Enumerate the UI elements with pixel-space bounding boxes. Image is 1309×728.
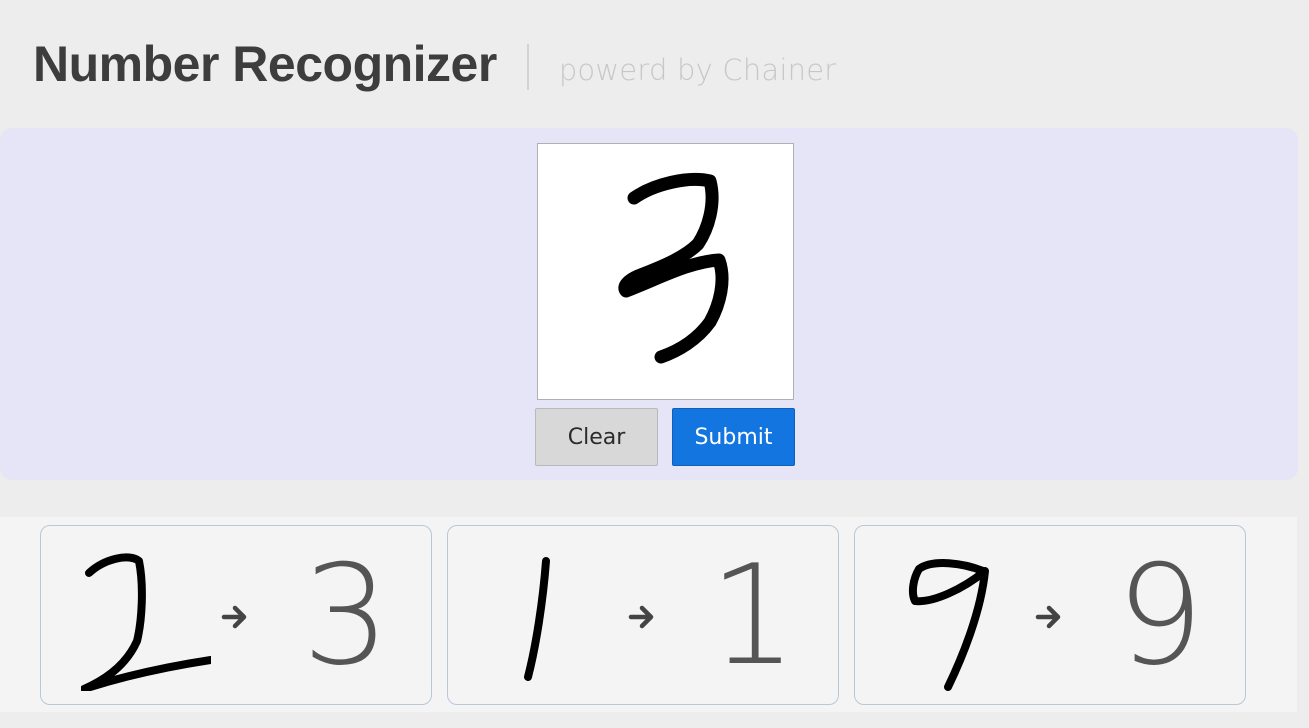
prediction-value: 3 [302, 535, 390, 696]
prediction-value: 1 [709, 535, 797, 696]
prediction-history: 3 1 9 [0, 517, 1297, 712]
arrow-right-icon [221, 605, 247, 629]
history-card: 3 [40, 525, 432, 705]
history-card: 9 [854, 525, 1246, 705]
submit-button[interactable]: Submit [672, 408, 795, 466]
arrow-right-icon [1035, 605, 1061, 629]
draw-panel: Clear Submit [0, 128, 1298, 480]
app-title: Number Recognizer [33, 36, 497, 92]
header: Number Recognizer powerd by Chainer [33, 32, 836, 96]
prediction-value: 9 [1116, 535, 1204, 696]
drawing-canvas[interactable] [537, 143, 794, 400]
title-divider [526, 44, 529, 90]
clear-button[interactable]: Clear [535, 408, 658, 466]
arrow-right-icon [628, 605, 654, 629]
history-card: 1 [447, 525, 839, 705]
handwritten-1-sketch [524, 557, 550, 681]
handwritten-2-sketch [81, 553, 211, 691]
handwritten-9-sketch [908, 559, 989, 691]
app-subtitle: powerd by Chainer [558, 53, 837, 87]
drawn-digit-3-sketch [618, 173, 729, 364]
